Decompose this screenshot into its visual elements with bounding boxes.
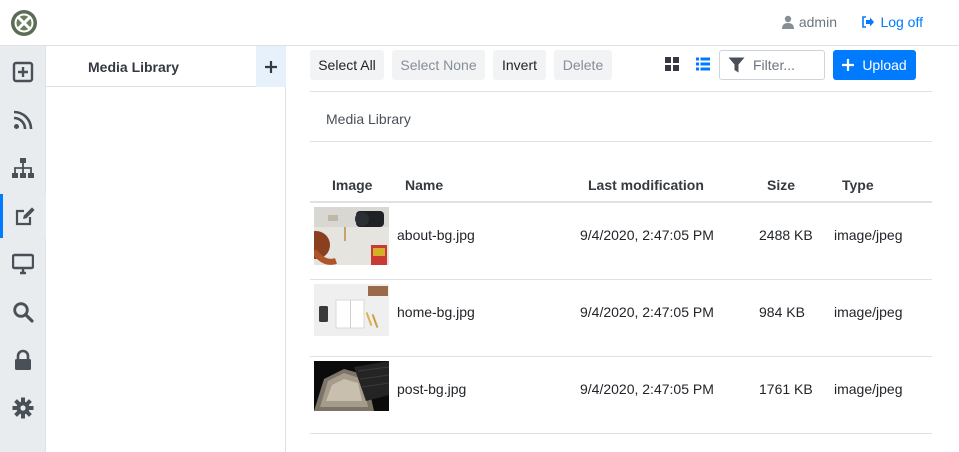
app-logo-icon[interactable] <box>10 9 38 37</box>
column-header-image: Image <box>332 177 373 193</box>
gear-icon <box>12 397 34 419</box>
rail-feeds[interactable] <box>0 98 46 142</box>
file-name[interactable]: home-bg.jpg <box>397 304 475 320</box>
file-type: image/jpeg <box>834 381 903 397</box>
table-row[interactable]: post-bg.jpg 9/4/2020, 2:47:05 PM 1761 KB… <box>310 357 932 434</box>
file-size: 2488 KB <box>759 227 813 243</box>
rail-search[interactable] <box>0 290 46 334</box>
lock-icon <box>15 349 31 370</box>
media-tree-panel: Media Library <box>46 46 286 452</box>
rail-settings[interactable] <box>0 386 46 430</box>
upload-button[interactable]: Upload <box>833 50 916 80</box>
divider <box>310 91 932 92</box>
file-size: 1761 KB <box>759 381 813 397</box>
left-nav-rail <box>0 46 46 452</box>
column-header-type[interactable]: Type <box>842 177 874 193</box>
rail-design[interactable] <box>0 242 46 286</box>
user-icon <box>781 15 794 29</box>
grid-view-icon <box>665 57 679 71</box>
edit-icon <box>15 207 35 226</box>
tree-header: Media Library <box>46 46 286 87</box>
thumbnail-image[interactable] <box>314 361 389 411</box>
rail-security[interactable] <box>0 338 46 382</box>
column-header-name[interactable]: Name <box>405 177 443 193</box>
select-none-button[interactable]: Select None <box>392 50 485 80</box>
tree-root-media-library[interactable]: Media Library <box>88 59 179 75</box>
column-header-size[interactable]: Size <box>767 177 795 193</box>
plus-icon <box>842 59 855 71</box>
add-folder-button[interactable] <box>256 46 286 87</box>
select-all-button[interactable]: Select All <box>310 50 384 80</box>
thumbnail-image[interactable] <box>314 284 389 336</box>
delete-button[interactable]: Delete <box>554 50 612 80</box>
file-size: 984 KB <box>759 304 805 320</box>
sign-out-icon <box>862 16 875 28</box>
user-menu[interactable]: admin <box>781 14 837 30</box>
logoff-label: Log off <box>880 14 923 30</box>
file-modified: 9/4/2020, 2:47:05 PM <box>580 304 714 320</box>
table-row[interactable]: home-bg.jpg 9/4/2020, 2:47:05 PM 984 KB … <box>310 280 932 357</box>
upload-label: Upload <box>862 57 907 73</box>
file-name[interactable]: post-bg.jpg <box>397 381 466 397</box>
list-view-button[interactable] <box>693 54 713 74</box>
file-modified: 9/4/2020, 2:47:05 PM <box>580 227 714 243</box>
breadcrumb[interactable]: Media Library <box>326 111 411 127</box>
invert-button[interactable]: Invert <box>493 50 546 80</box>
column-header-modified[interactable]: Last modification <box>588 177 704 193</box>
username: admin <box>798 14 837 30</box>
thumbnail-image[interactable] <box>314 207 389 265</box>
top-bar: admin Log off <box>0 0 959 46</box>
search-icon <box>13 302 34 323</box>
file-type: image/jpeg <box>834 304 903 320</box>
plus-square-icon <box>12 61 34 83</box>
file-modified: 9/4/2020, 2:47:05 PM <box>580 381 714 397</box>
rss-icon <box>13 110 33 130</box>
filter-icon <box>728 57 745 73</box>
logoff-link[interactable]: Log off <box>861 14 923 30</box>
file-name[interactable]: about-bg.jpg <box>397 227 475 243</box>
desktop-icon <box>12 253 34 275</box>
list-view-icon <box>696 57 710 71</box>
file-type: image/jpeg <box>834 227 903 243</box>
filter-field[interactable] <box>719 50 825 80</box>
plus-icon <box>265 60 277 73</box>
table-row[interactable]: about-bg.jpg 9/4/2020, 2:47:05 PM 2488 K… <box>310 203 932 280</box>
grid-view-button[interactable] <box>662 54 682 74</box>
sitemap-icon <box>12 158 34 178</box>
filter-input[interactable] <box>753 57 823 73</box>
rail-new-content[interactable] <box>0 50 46 94</box>
rail-structure[interactable] <box>0 146 46 190</box>
divider <box>310 141 932 142</box>
rail-content-edit[interactable] <box>0 194 46 238</box>
